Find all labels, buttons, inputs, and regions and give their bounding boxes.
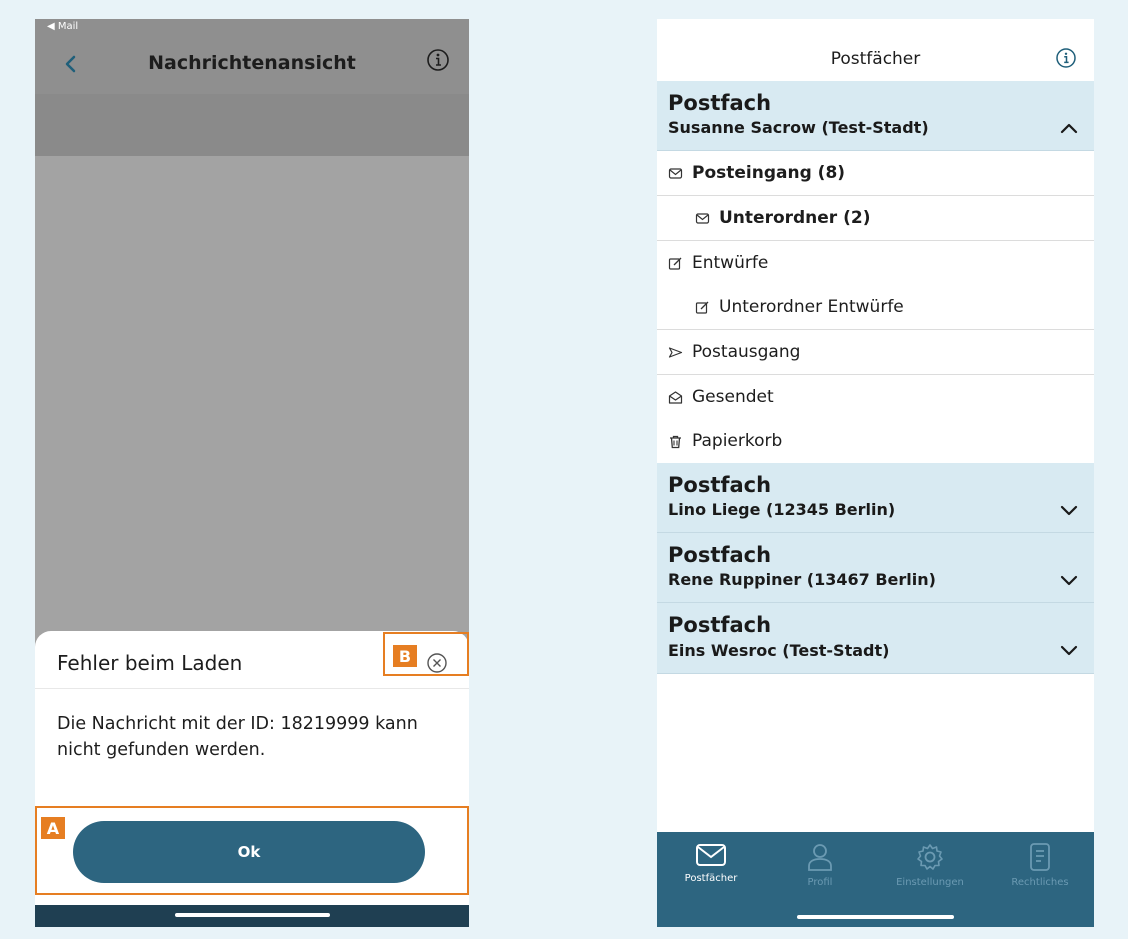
folder-row-postausgang[interactable]: Postausgang <box>657 330 1094 375</box>
tab-rechtliches[interactable]: Rechtliches <box>990 842 1090 888</box>
mailbox-owner: Susanne Sacrow (Test-Stadt) <box>668 118 929 137</box>
mailbox-heading: Postfach <box>668 473 772 497</box>
mailbox-accordion[interactable]: Postfach Eins Wesroc (Test-Stadt) <box>657 603 1094 674</box>
folder-label: Gesendet <box>692 387 774 407</box>
annotation-label-a: A <box>41 817 65 839</box>
info-button[interactable] <box>425 47 451 73</box>
mail-icon <box>696 844 726 866</box>
folder-label: Postausgang <box>692 342 801 362</box>
folder-label: Papierkorb <box>692 431 783 451</box>
home-indicator <box>797 915 954 919</box>
chevron-up-icon <box>1060 123 1078 134</box>
document-icon <box>1030 843 1050 871</box>
person-icon <box>808 844 832 871</box>
tab-label: Einstellungen <box>896 877 964 888</box>
tab-einstellungen[interactable]: Einstellungen <box>880 842 980 888</box>
chevron-down-icon <box>1060 645 1078 656</box>
trash-icon <box>670 435 681 449</box>
mailbox-accordion[interactable]: Postfach Rene Ruppiner (13467 Berlin) <box>657 533 1094 603</box>
nav-bar: ◀ Mail Nachrichtenansicht <box>35 19 469 94</box>
gear-icon <box>917 844 943 870</box>
folder-label: Entwürfe <box>692 253 769 273</box>
folder-label: Unterordner (2) <box>719 208 871 228</box>
info-icon <box>1056 48 1076 68</box>
tab-postfaecher[interactable]: Postfächer <box>661 842 761 884</box>
tab-profil[interactable]: Profil <box>770 842 870 888</box>
page-title: Postfächer <box>830 49 921 69</box>
edit-icon <box>668 257 682 270</box>
envelope-icon <box>668 168 683 179</box>
annotation-label-b: B <box>393 645 417 667</box>
folder-row-unterordner[interactable]: Unterordner (2) <box>657 196 1094 241</box>
edit-icon <box>695 301 709 314</box>
mailbox-accordion[interactable]: Postfach Susanne Sacrow (Test-Stadt) <box>657 81 1094 151</box>
info-icon <box>427 49 449 71</box>
error-screen: ◀ Mail Nachrichtenansicht Fehler beim La… <box>35 19 469 927</box>
tab-label: Rechtliches <box>1011 877 1069 888</box>
mailbox-heading: Postfach <box>668 543 772 567</box>
dialog-message: Die Nachricht mit der ID: 18219999 kann … <box>57 714 418 760</box>
folder-row-posteingang[interactable]: Posteingang (8) <box>657 151 1094 196</box>
chevron-down-icon <box>1060 575 1078 586</box>
folder-row-unterordner-entwuerfe[interactable]: Unterordner Entwürfe <box>657 285 1094 330</box>
mailbox-owner: Rene Ruppiner (13467 Berlin) <box>668 570 936 589</box>
content-placeholder <box>35 94 469 156</box>
folder-row-papierkorb[interactable]: Papierkorb <box>657 419 1094 464</box>
mailbox-owner: Lino Liege (12345 Berlin) <box>668 500 896 519</box>
open-envelope-icon <box>668 391 683 404</box>
folder-label: Posteingang (8) <box>692 163 846 183</box>
page-title: Nachrichtenansicht <box>148 52 356 74</box>
mailbox-heading: Postfach <box>668 91 772 115</box>
annotation-box-a <box>35 806 469 895</box>
nav-bar: Postfächer <box>657 19 1094 81</box>
home-indicator <box>175 913 330 917</box>
status-back-to-mail[interactable]: ◀ Mail <box>47 21 78 32</box>
tab-bar: Postfächer Profil Einstellungen Rechtlic… <box>657 832 1094 927</box>
mailbox-accordion[interactable]: Postfach Lino Liege (12345 Berlin) <box>657 463 1094 533</box>
envelope-icon <box>695 213 710 224</box>
home-indicator-area <box>35 905 469 927</box>
mailbox-heading: Postfach <box>668 613 772 637</box>
folder-row-gesendet[interactable]: Gesendet <box>657 375 1094 420</box>
tab-label: Profil <box>807 877 833 888</box>
tab-label: Postfächer <box>684 873 738 884</box>
chevron-down-icon <box>1060 505 1078 516</box>
mailbox-owner: Eins Wesroc (Test-Stadt) <box>668 641 890 660</box>
folder-label: Unterordner Entwürfe <box>719 297 904 317</box>
send-icon <box>668 347 683 358</box>
info-button[interactable] <box>1055 47 1077 69</box>
folder-row-entwuerfe[interactable]: Entwürfe <box>657 241 1094 286</box>
dialog-title: Fehler beim Laden <box>57 651 243 675</box>
mailbox-screen: Postfächer Postfach Susanne Sacrow (Test… <box>657 19 1094 927</box>
